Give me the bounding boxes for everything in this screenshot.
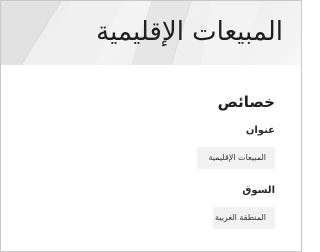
market-field-value: المنطقة الغربية xyxy=(214,213,266,222)
card-header-banner: المبيعات الإقليمية xyxy=(1,1,301,65)
title-field-label: عنوان xyxy=(245,125,275,136)
properties-heading: خصائص xyxy=(217,93,275,111)
market-field[interactable]: المنطقة الغربية xyxy=(213,207,275,229)
market-field-label: السوق xyxy=(242,185,275,196)
title-field-value: المبيعات الإقليمية xyxy=(208,153,266,162)
page-title: المبيعات الإقليمية xyxy=(96,17,283,47)
report-card: المبيعات الإقليمية خصائص عنوان المبيعات … xyxy=(0,0,302,252)
title-field[interactable]: المبيعات الإقليمية xyxy=(197,147,275,169)
